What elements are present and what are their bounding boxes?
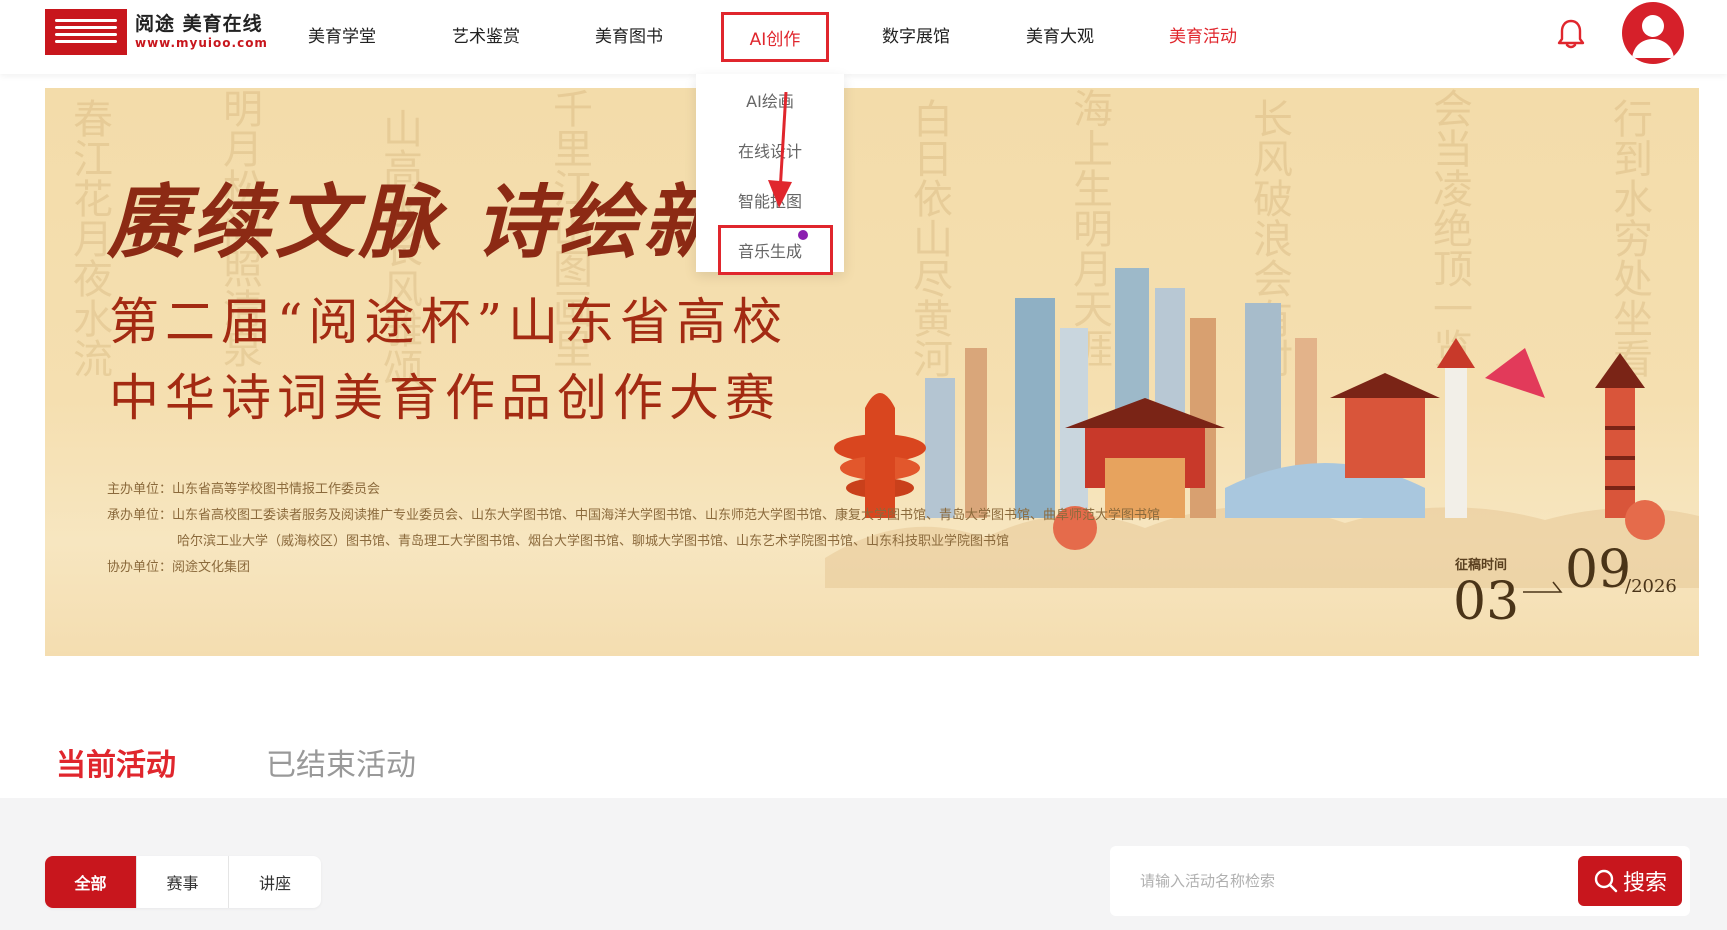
nav-item-ai-chuangzuo[interactable]: AI创作 — [721, 12, 829, 62]
filter-bar: 全部 赛事 讲座 搜索 — [0, 798, 1727, 930]
deadline-start-month: 03 — [1453, 572, 1520, 632]
bell-icon[interactable] — [1556, 18, 1586, 50]
top-header: 阅途 美育在线 www.myuioo.com 美育学堂 艺术鉴赏 美育图书 AI… — [0, 0, 1727, 74]
tab-ended-activities[interactable]: 已结束活动 — [266, 740, 416, 784]
site-logo[interactable]: 阅途 美育在线 www.myuioo.com — [45, 9, 268, 55]
banner-slogan: 赓续文脉 诗绘新 — [107, 175, 727, 269]
search-input[interactable] — [1140, 868, 1540, 894]
filter-lecture-button[interactable]: 讲座 — [229, 856, 321, 908]
user-avatar-icon[interactable] — [1622, 2, 1684, 64]
filter-competition-button[interactable]: 赛事 — [137, 856, 229, 908]
search-box: 搜索 — [1110, 846, 1690, 916]
nav-item-meiyu-daguan[interactable]: 美育大观 — [1026, 22, 1094, 47]
undertaker-text-line1: 承办单位：山东省高校图工委读者服务及阅读推广专业委员会、山东大学图书馆、中国海洋… — [107, 508, 1161, 523]
organizer-text: 主办单位：山东省高等学校图书情报工作委员会 — [107, 482, 381, 497]
search-icon — [1594, 869, 1618, 893]
music-generation-highlight — [718, 225, 833, 275]
logo-title: 阅途 美育在线 — [135, 13, 263, 35]
tab-current-activities[interactable]: 当前活动 — [56, 740, 176, 784]
deadline-label: 征稿时间 — [1455, 558, 1508, 573]
new-badge-dot — [798, 230, 808, 240]
arrow-right-icon — [1523, 581, 1563, 593]
nav-item-meiyu-tushu[interactable]: 美育图书 — [595, 22, 663, 47]
category-segment: 全部 赛事 讲座 — [45, 856, 321, 908]
filter-all-button[interactable]: 全部 — [45, 856, 137, 908]
calligraphy-background: 春江花月夜水流 — [66, 98, 112, 378]
banner-title-line1: 第二届“阅途杯”山东省高校 — [109, 293, 789, 351]
nav-item-meiyu-huodong[interactable]: 美育活动 — [1169, 22, 1237, 47]
logo-book-icon — [45, 9, 127, 55]
banner-title-line2: 中华诗词美育作品创作大赛 — [109, 369, 781, 427]
nav-item-meiyu-xuetang[interactable]: 美育学堂 — [308, 22, 376, 47]
annotation-arrow-icon — [768, 92, 792, 208]
nav-item-shuzi-zhanguan[interactable]: 数字展馆 — [882, 22, 950, 47]
co-organizer-text: 协办单位：阅途文化集团 — [107, 560, 251, 575]
search-button-label: 搜索 — [1622, 871, 1667, 896]
logo-url: www.myuioo.com — [135, 36, 268, 50]
deadline-year: /2026 — [1625, 576, 1677, 597]
nav-item-yishu-jianshang[interactable]: 艺术鉴赏 — [452, 22, 520, 47]
hero-banner[interactable]: 春江花月夜水流 明月松间照清泉 山高水长风雅颂 千里江山图画里 白日依山尽黄河 … — [45, 88, 1699, 656]
search-button[interactable]: 搜索 — [1578, 856, 1682, 906]
deadline-end-month: 09 — [1565, 540, 1632, 600]
nav-item-label: AI创作 — [749, 30, 801, 50]
undertaker-text-line2: 哈尔滨工业大学（威海校区）图书馆、青岛理工大学图书馆、烟台大学图书馆、聊城大学图… — [177, 534, 1010, 549]
